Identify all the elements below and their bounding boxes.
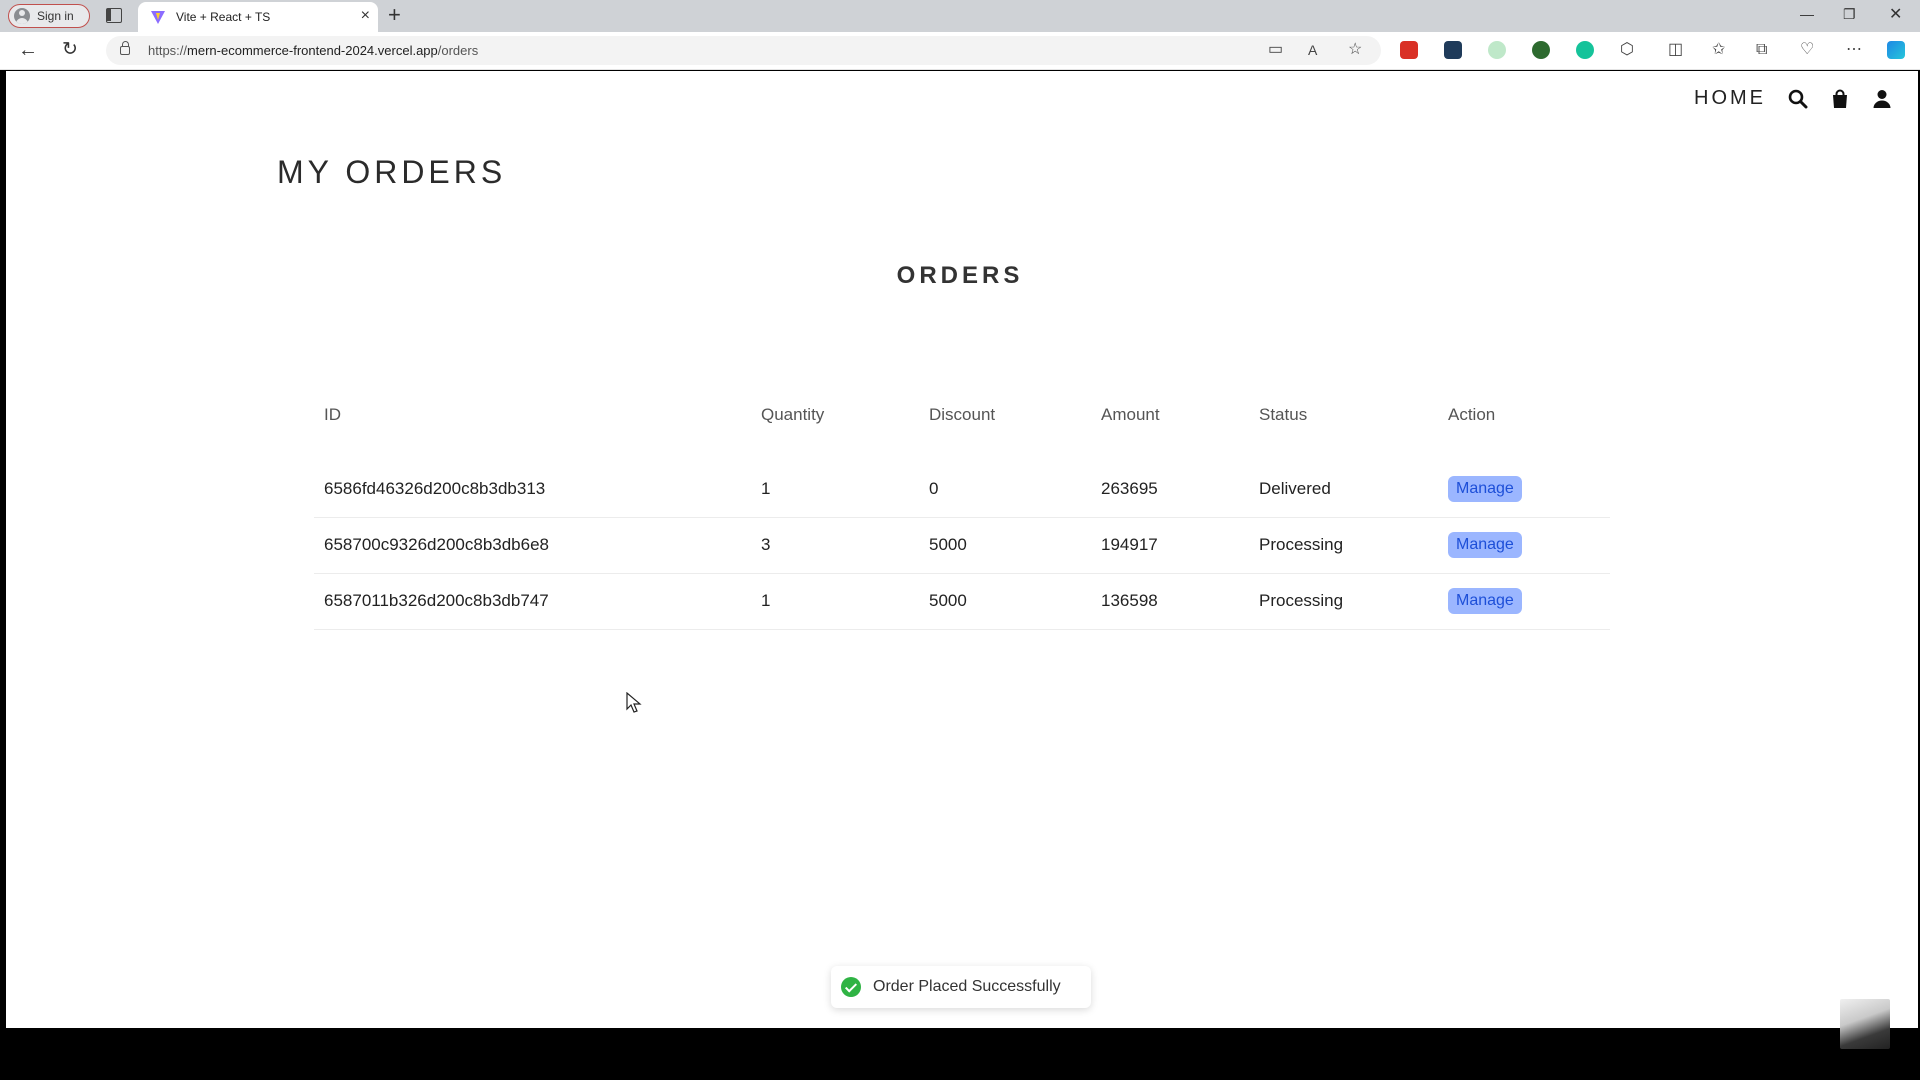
- order-status: Processing: [1249, 517, 1438, 574]
- order-discount: 5000: [919, 573, 1091, 630]
- order-id: 6587011b326d200c8b3db747: [314, 573, 751, 630]
- profile-icon: [14, 8, 30, 24]
- mouse-pointer-icon: [626, 692, 642, 713]
- read-aloud-icon[interactable]: A: [1308, 40, 1317, 60]
- minimize-window-button[interactable]: —: [1800, 6, 1814, 22]
- success-toast: Order Placed Successfully: [831, 966, 1091, 1008]
- table-row: 658700c9326d200c8b3db6e8 3 5000 194917 P…: [314, 517, 1610, 574]
- table-header-row: ID Quantity Discount Amount Status Actio…: [314, 391, 1610, 461]
- tab-actions-icon[interactable]: [106, 8, 122, 23]
- order-status: Processing: [1249, 573, 1438, 630]
- grammarly-icon[interactable]: [1576, 41, 1594, 59]
- extension-dark-icon[interactable]: [1444, 41, 1462, 59]
- vite-logo-icon: [151, 11, 165, 24]
- orders-table-heading: ORDERS: [896, 262, 1024, 289]
- extension-red-icon[interactable]: [1400, 41, 1418, 59]
- manage-button[interactable]: Manage: [1448, 588, 1522, 614]
- reader-view-icon[interactable]: ▭: [1268, 40, 1283, 60]
- manage-button[interactable]: Manage: [1448, 475, 1522, 502]
- presenter-webcam-thumbnail: [1840, 999, 1890, 1049]
- extension-globe-icon[interactable]: [1532, 41, 1550, 59]
- order-id: 6586fd46326d200c8b3db313: [314, 461, 751, 518]
- shopping-bag-icon[interactable]: [1830, 89, 1850, 109]
- favorites-icon[interactable]: ✩: [1712, 40, 1725, 60]
- site-header-nav: HOME: [1694, 87, 1892, 110]
- column-header-action[interactable]: Action: [1438, 391, 1610, 461]
- toast-message: Order Placed Successfully: [873, 978, 1061, 995]
- home-link[interactable]: HOME: [1694, 87, 1766, 110]
- manage-button[interactable]: Manage: [1448, 532, 1522, 558]
- search-icon[interactable]: [1788, 89, 1808, 109]
- close-tab-icon[interactable]: ×: [361, 8, 370, 24]
- browser-toolbar: ← ↻ https://mern-ecommerce-frontend-2024…: [0, 32, 1920, 70]
- favorite-star-icon[interactable]: ☆: [1348, 40, 1362, 60]
- copilot-icon[interactable]: [1887, 41, 1905, 59]
- split-screen-icon[interactable]: ◫: [1668, 40, 1683, 60]
- order-status: Delivered: [1249, 461, 1438, 518]
- collections-icon[interactable]: ⧉: [1756, 40, 1767, 60]
- url-prefix: https://: [148, 43, 188, 58]
- new-tab-button[interactable]: +: [388, 3, 401, 27]
- order-action-cell: Manage: [1438, 573, 1610, 630]
- refresh-icon[interactable]: ↻: [62, 40, 78, 60]
- orders-table: ID Quantity Discount Amount Status Actio…: [314, 391, 1610, 630]
- order-discount: 0: [919, 461, 1091, 518]
- page-title: MY ORDERS: [277, 154, 507, 190]
- extension-green-icon[interactable]: [1488, 41, 1506, 59]
- browser-tab-active[interactable]: Vite + React + TS ×: [138, 2, 378, 32]
- more-menu-icon[interactable]: ⋯: [1846, 40, 1862, 60]
- order-amount: 136598: [1091, 573, 1249, 630]
- success-check-icon: [841, 977, 861, 997]
- column-header-discount[interactable]: Discount: [919, 391, 1091, 461]
- table-row: 6586fd46326d200c8b3db313 1 0 263695 Deli…: [314, 461, 1610, 518]
- restore-window-button[interactable]: ❐: [1843, 6, 1856, 23]
- back-arrow-icon[interactable]: ←: [18, 40, 38, 60]
- profile-sign-in-button[interactable]: Sign in: [8, 4, 90, 28]
- column-header-status[interactable]: Status: [1249, 391, 1438, 461]
- url-path: /orders: [437, 43, 479, 58]
- order-amount: 194917: [1091, 517, 1249, 574]
- order-discount: 5000: [919, 517, 1091, 574]
- sign-in-label: Sign in: [37, 9, 74, 23]
- url-host: mern-ecommerce-frontend-2024.vercel.app: [187, 43, 438, 58]
- column-header-id[interactable]: ID: [314, 391, 751, 461]
- column-header-amount[interactable]: Amount: [1091, 391, 1249, 461]
- order-amount: 263695: [1091, 461, 1249, 518]
- column-header-quantity[interactable]: Quantity: [751, 391, 919, 461]
- order-action-cell: Manage: [1438, 517, 1610, 574]
- order-action-cell: Manage: [1438, 461, 1610, 518]
- browser-essentials-icon[interactable]: ♡: [1800, 40, 1814, 60]
- table-row: 6587011b326d200c8b3db747 1 5000 136598 P…: [314, 573, 1610, 630]
- lock-icon[interactable]: [120, 41, 130, 55]
- order-quantity: 3: [751, 517, 919, 574]
- close-window-button[interactable]: ✕: [1889, 4, 1902, 24]
- order-quantity: 1: [751, 461, 919, 518]
- order-id: 658700c9326d200c8b3db6e8: [314, 517, 751, 574]
- web-page: HOME MY ORDERS ORDERS ID Quantity Discou…: [6, 71, 1918, 1028]
- tab-title: Vite + React + TS: [176, 10, 271, 24]
- user-icon[interactable]: [1872, 89, 1892, 109]
- order-quantity: 1: [751, 573, 919, 630]
- extensions-puzzle-icon[interactable]: ⬡: [1620, 40, 1634, 60]
- url-text[interactable]: https://mern-ecommerce-frontend-2024.ver…: [148, 43, 478, 58]
- browser-tab-bar: Sign in Vite + React + TS × + — ❐ ✕: [0, 0, 1920, 32]
